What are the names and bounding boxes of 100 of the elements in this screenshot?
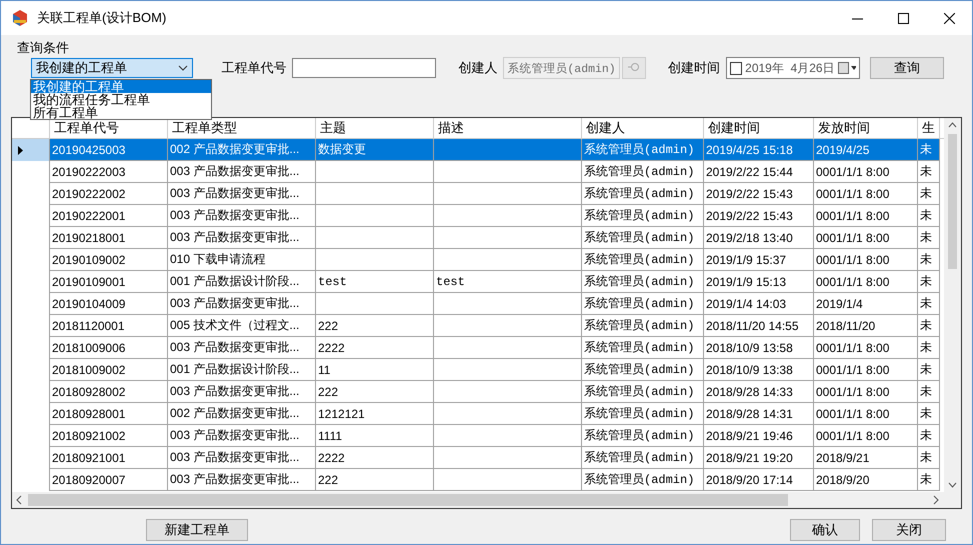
scrollbar-thumb[interactable] <box>948 134 957 269</box>
table-cell: 2018/11/20 14:55 <box>704 315 814 337</box>
table-cell: 20180928001 <box>50 403 168 425</box>
dropdown-option[interactable]: 我创建的工程单 <box>31 80 211 93</box>
table-cell: 系统管理员(admin) <box>582 293 704 315</box>
table-cell: 222 <box>316 315 434 337</box>
table-cell: 系统管理员(admin) <box>582 469 704 491</box>
table-cell: 1212121 <box>316 403 434 425</box>
table-cell: 2019/1/9 15:37 <box>704 249 814 271</box>
table-cell: 未 <box>918 381 940 403</box>
table-cell: 系统管理员(admin) <box>582 249 704 271</box>
table-cell: 002 产品数据变更审批... <box>168 139 316 161</box>
table-cell: 003 产品数据变更审批... <box>168 205 316 227</box>
table-cell: 0001/1/1 8:00 <box>814 359 918 381</box>
table-cell: 0001/1/1 8:00 <box>814 227 918 249</box>
row-header[interactable] <box>12 139 50 161</box>
table-cell: 未 <box>918 403 940 425</box>
creator-label: 创建人 <box>458 59 498 77</box>
table-cell: 2019/2/18 13:40 <box>704 227 814 249</box>
close-dialog-button[interactable]: 关闭 <box>872 519 946 541</box>
table-cell: 003 产品数据变更审批... <box>168 227 316 249</box>
table-cell: 系统管理员(admin) <box>582 161 704 183</box>
table-cell: 系统管理员(admin) <box>582 447 704 469</box>
table-cell: 2019/2/22 15:44 <box>704 161 814 183</box>
table-cell: 系统管理员(admin) <box>582 359 704 381</box>
table-cell: 20190425003 <box>50 139 168 161</box>
table-cell: 系统管理员(admin) <box>582 271 704 293</box>
scroll-right-icon[interactable] <box>931 495 941 505</box>
table-cell: 0001/1/1 8:00 <box>814 381 918 403</box>
table-cell: 20190222001 <box>50 205 168 227</box>
table-cell: 20190222003 <box>50 161 168 183</box>
table-cell: 未 <box>918 447 940 469</box>
close-icon[interactable] <box>944 12 954 24</box>
table-cell: 003 产品数据变更审批... <box>168 337 316 359</box>
table-cell: 2019/2/22 15:43 <box>704 205 814 227</box>
table-cell: 系统管理员(admin) <box>582 403 704 425</box>
table-cell: 未 <box>918 205 940 227</box>
table-cell: 2019/1/4 14:03 <box>704 293 814 315</box>
table-cell: 未 <box>918 161 940 183</box>
table-cell: test <box>316 271 434 293</box>
group-title: 查询条件 <box>15 39 71 57</box>
table-cell: 未 <box>918 249 940 271</box>
table-cell: 20180921002 <box>50 425 168 447</box>
horizontal-scrollbar[interactable] <box>12 492 961 508</box>
scope-dropdown[interactable]: 我创建的工程单 <box>31 58 194 78</box>
table-cell: 2018/9/20 <box>814 469 918 491</box>
vertical-scrollbar[interactable] <box>944 118 961 492</box>
table-cell: 2018/9/21 19:46 <box>704 425 814 447</box>
code-input[interactable] <box>292 58 436 78</box>
column-header[interactable]: 主题 <box>316 118 434 138</box>
calendar-icon[interactable] <box>838 62 856 74</box>
table-cell: 0001/1/1 8:00 <box>814 403 918 425</box>
column-header[interactable]: 工程单代号 <box>50 118 168 138</box>
table-cell: 未 <box>918 425 940 447</box>
table-cell: 0001/1/1 8:00 <box>814 205 918 227</box>
table-cell: 2018/9/28 14:31 <box>704 403 814 425</box>
maximize-icon[interactable] <box>898 12 908 24</box>
scrollbar-thumb[interactable] <box>28 494 788 506</box>
table-cell: 未 <box>918 227 940 249</box>
table-cell: 2019/4/25 <box>814 139 918 161</box>
table-cell: 未 <box>918 139 940 161</box>
table-cell: 003 产品数据变更审批... <box>168 447 316 469</box>
confirm-button[interactable]: 确认 <box>790 519 860 541</box>
table-cell: 2018/9/28 14:33 <box>704 381 814 403</box>
table-cell: 未 <box>918 315 940 337</box>
table-cell: 未 <box>918 359 940 381</box>
column-header[interactable]: 创建人 <box>582 118 704 138</box>
table-cell: 未 <box>918 271 940 293</box>
column-header[interactable]: 创建时间 <box>704 118 814 138</box>
chevron-down-icon <box>178 65 188 71</box>
table-cell: 2018/10/9 13:58 <box>704 337 814 359</box>
table-cell: 003 产品数据变更审批... <box>168 161 316 183</box>
table-cell: 20190218001 <box>50 227 168 249</box>
search-button[interactable]: 查询 <box>870 57 944 79</box>
table-cell: 003 产品数据变更审批... <box>168 293 316 315</box>
search-icon <box>627 62 642 74</box>
new-order-button[interactable]: 新建工程单 <box>146 519 248 541</box>
date-checkbox[interactable] <box>730 62 742 74</box>
table-cell: 系统管理员(admin) <box>582 183 704 205</box>
table-cell: 0001/1/1 8:00 <box>814 249 918 271</box>
column-header[interactable]: 发放时间 <box>814 118 918 138</box>
table-cell: 0001/1/1 8:00 <box>814 271 918 293</box>
column-header[interactable]: 生 <box>918 118 940 138</box>
table-cell: 003 产品数据变更审批... <box>168 469 316 491</box>
table-cell: 0001/1/1 8:00 <box>814 161 918 183</box>
table-cell: 系统管理员(admin) <box>582 315 704 337</box>
table-cell: 未 <box>918 293 940 315</box>
table-cell: 2018/9/21 19:20 <box>704 447 814 469</box>
table-cell: 2019/4/25 15:18 <box>704 139 814 161</box>
table-cell: 系统管理员(admin) <box>582 205 704 227</box>
date-picker[interactable]: 2019年 4月26日 <box>726 57 860 79</box>
column-header[interactable]: 工程单类型 <box>168 118 316 138</box>
table-cell: 003 产品数据变更审批... <box>168 381 316 403</box>
column-header[interactable]: 描述 <box>434 118 582 138</box>
table-cell: 系统管理员(admin) <box>582 227 704 249</box>
table-cell: test <box>434 271 582 293</box>
table-cell: 222 <box>316 381 434 403</box>
table-cell: 001 产品数据设计阶段... <box>168 359 316 381</box>
table-cell: 2018/9/21 <box>814 447 918 469</box>
table-cell: 20180920007 <box>50 469 168 491</box>
